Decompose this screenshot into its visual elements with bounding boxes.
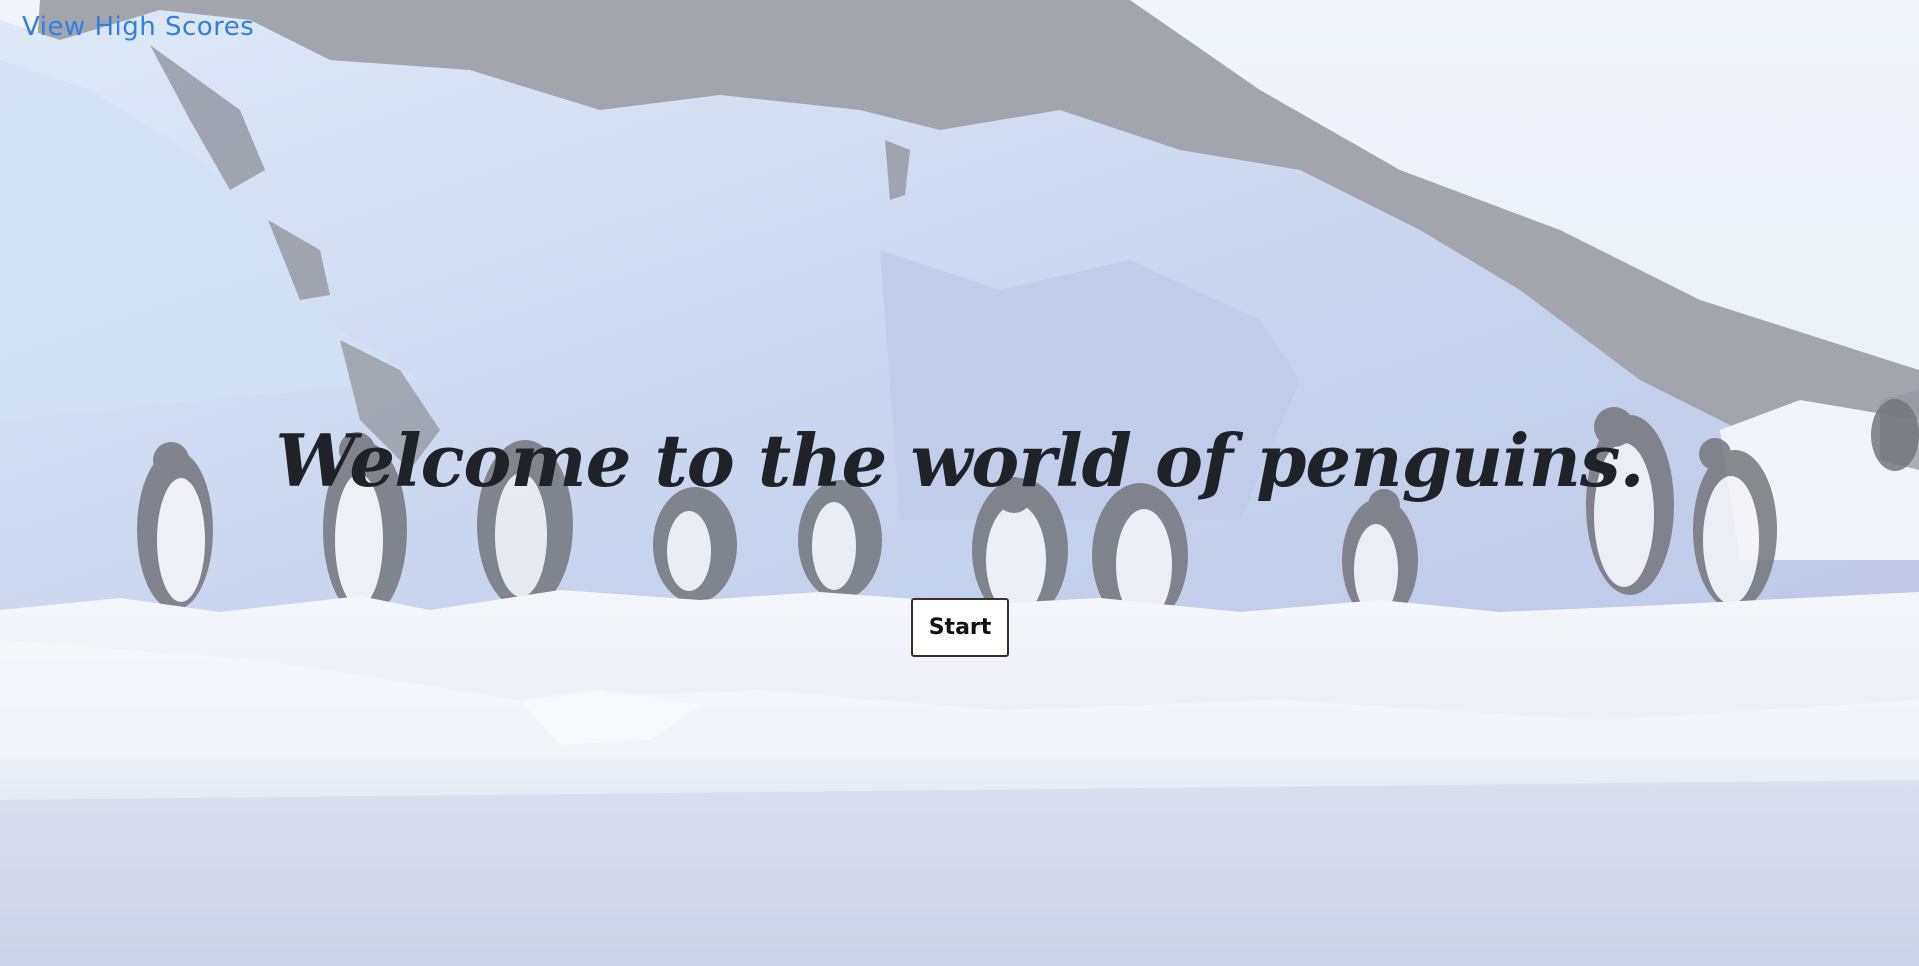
start-button[interactable]: Start xyxy=(911,598,1009,657)
page-title: Welcome to the world of penguins. xyxy=(275,418,1644,503)
page-background: View High Scores Welcome to the world of… xyxy=(0,0,1919,966)
view-high-scores-link[interactable]: View High Scores xyxy=(22,12,254,42)
